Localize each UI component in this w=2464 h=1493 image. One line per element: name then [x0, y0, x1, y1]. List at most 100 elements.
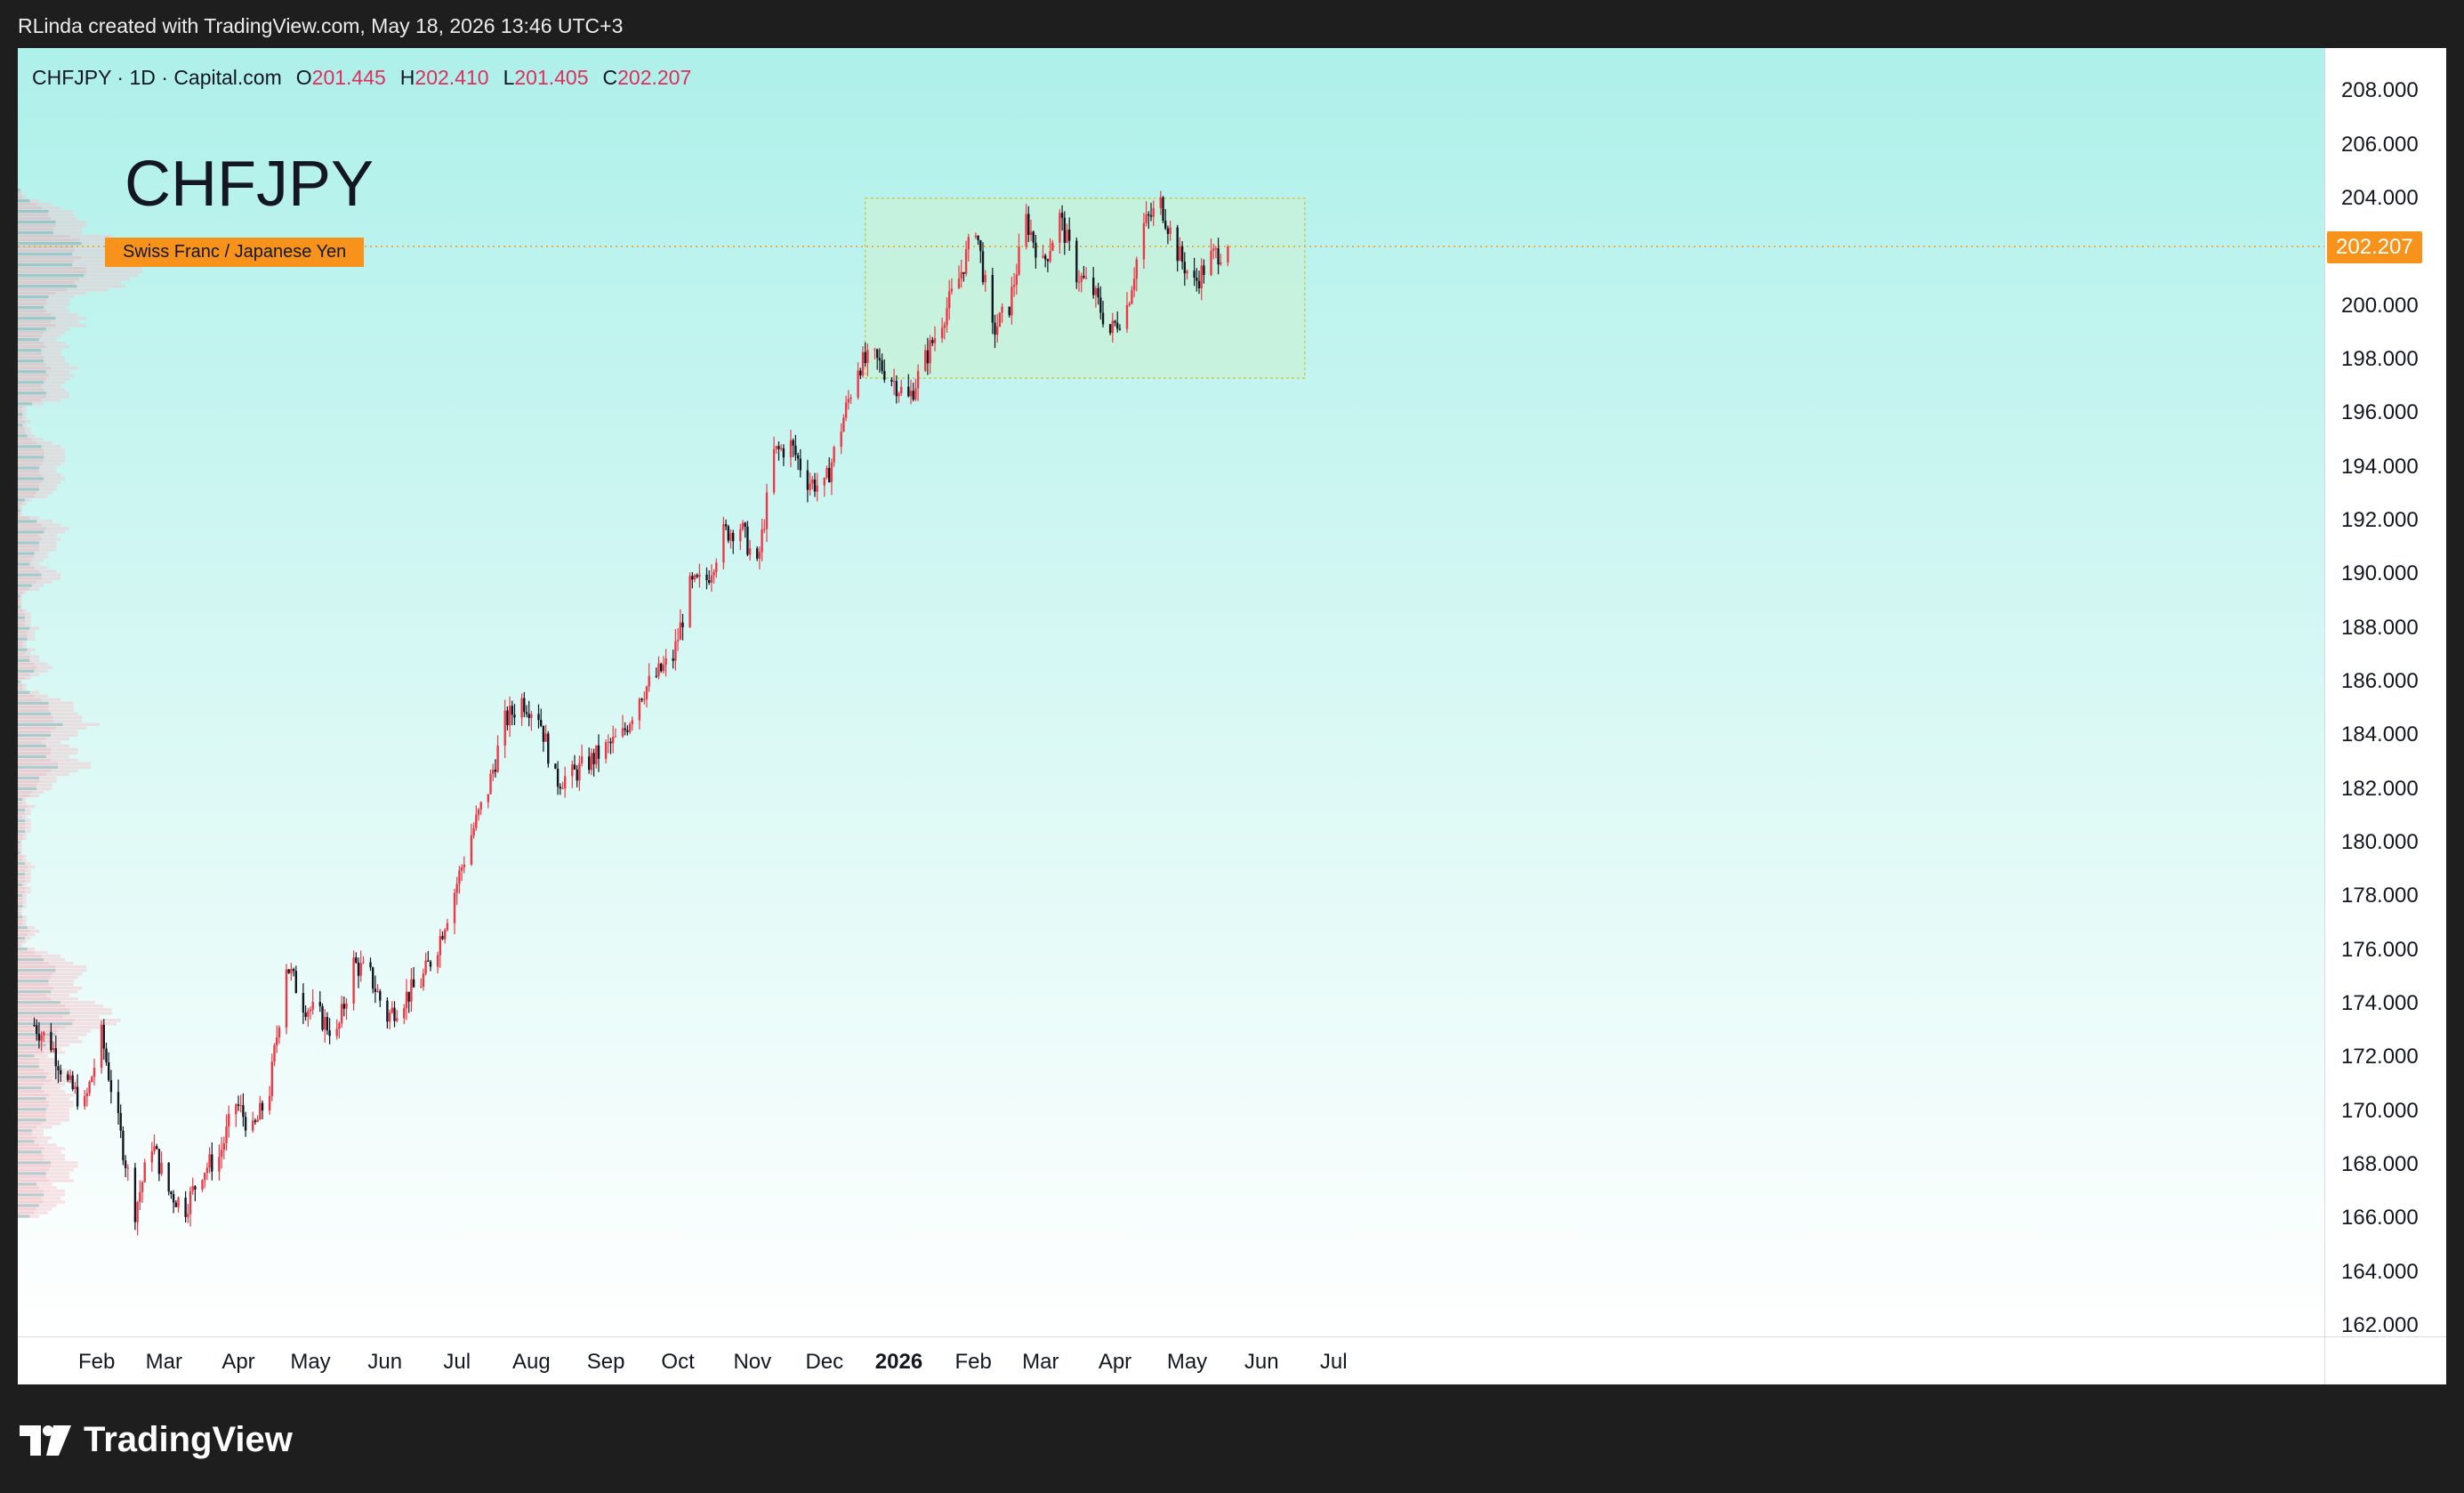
- candle[interactable]: [612, 725, 615, 754]
- candle[interactable]: [590, 748, 593, 776]
- candle[interactable]: [638, 697, 641, 730]
- candle[interactable]: [696, 573, 698, 579]
- candle[interactable]: [544, 724, 547, 742]
- candle[interactable]: [729, 529, 732, 549]
- candle[interactable]: [396, 1010, 399, 1023]
- candle[interactable]: [37, 1021, 41, 1049]
- candle[interactable]: [780, 444, 783, 452]
- candle[interactable]: [374, 975, 377, 1004]
- candle[interactable]: [494, 759, 497, 778]
- candle[interactable]: [54, 1035, 57, 1079]
- candle[interactable]: [556, 761, 560, 795]
- candle[interactable]: [157, 1149, 161, 1182]
- candle[interactable]: [191, 1177, 194, 1195]
- candle[interactable]: [765, 483, 769, 543]
- candle[interactable]: [655, 667, 657, 679]
- candle[interactable]: [52, 1041, 55, 1053]
- candle[interactable]: [1162, 196, 1164, 223]
- candle[interactable]: [489, 769, 492, 795]
- chart-frame[interactable]: CHFJPY · 1D · Capital.com O201.445 H202.41…: [18, 48, 2446, 1384]
- candle[interactable]: [715, 558, 718, 578]
- candle[interactable]: [427, 950, 430, 962]
- candle[interactable]: [809, 472, 811, 496]
- candle[interactable]: [530, 710, 533, 731]
- candle[interactable]: [674, 629, 677, 671]
- candle[interactable]: [614, 728, 617, 738]
- candle[interactable]: [609, 738, 612, 755]
- candle[interactable]: [597, 734, 600, 772]
- candle[interactable]: [487, 794, 489, 809]
- candle[interactable]: [172, 1190, 175, 1214]
- candle[interactable]: [564, 766, 567, 798]
- candle[interactable]: [391, 1001, 393, 1014]
- candle[interactable]: [285, 964, 288, 1035]
- candle[interactable]: [705, 567, 708, 590]
- candle[interactable]: [547, 730, 550, 768]
- candle[interactable]: [85, 1087, 89, 1107]
- candle[interactable]: [799, 448, 801, 478]
- candle[interactable]: [540, 708, 543, 728]
- candle[interactable]: [102, 1019, 105, 1061]
- candle[interactable]: [393, 1001, 396, 1028]
- candle[interactable]: [672, 650, 674, 669]
- candle[interactable]: [621, 714, 624, 738]
- candle[interactable]: [455, 876, 458, 906]
- candle[interactable]: [276, 1025, 278, 1053]
- symbol-info[interactable]: CHFJPY · 1D · Capital.com: [32, 66, 282, 89]
- candle[interactable]: [895, 375, 898, 404]
- candle[interactable]: [420, 978, 423, 989]
- candle[interactable]: [676, 627, 680, 651]
- candle[interactable]: [679, 609, 681, 641]
- candle[interactable]: [153, 1134, 156, 1155]
- candle[interactable]: [412, 966, 415, 988]
- candle[interactable]: [205, 1162, 209, 1181]
- candle[interactable]: [441, 931, 444, 940]
- candle[interactable]: [657, 656, 660, 680]
- candle[interactable]: [777, 441, 780, 461]
- candle[interactable]: [998, 311, 1002, 327]
- candle[interactable]: [201, 1179, 204, 1192]
- tradingview-logo[interactable]: TradingView: [20, 1420, 293, 1460]
- candle[interactable]: [117, 1079, 120, 1125]
- candle[interactable]: [194, 1185, 197, 1202]
- candle[interactable]: [643, 691, 646, 705]
- candle[interactable]: [811, 476, 814, 490]
- candle[interactable]: [40, 1031, 43, 1052]
- candle[interactable]: [403, 1004, 406, 1024]
- candle[interactable]: [211, 1142, 213, 1181]
- candle[interactable]: [307, 1007, 310, 1027]
- candle[interactable]: [156, 1143, 158, 1150]
- candle[interactable]: [479, 801, 482, 815]
- candle[interactable]: [67, 1070, 69, 1083]
- candle[interactable]: [446, 918, 449, 932]
- candle[interactable]: [472, 822, 475, 839]
- candle[interactable]: [204, 1172, 206, 1189]
- candle[interactable]: [239, 1094, 242, 1113]
- candle[interactable]: [859, 367, 862, 380]
- candle[interactable]: [828, 456, 831, 483]
- candle[interactable]: [830, 458, 833, 496]
- candle[interactable]: [506, 706, 509, 730]
- candle[interactable]: [460, 864, 463, 882]
- candle[interactable]: [108, 1052, 110, 1082]
- candle[interactable]: [143, 1158, 146, 1183]
- candle[interactable]: [628, 722, 632, 735]
- candle[interactable]: [174, 1200, 177, 1207]
- candle[interactable]: [823, 477, 825, 497]
- candle[interactable]: [912, 383, 914, 402]
- candle[interactable]: [139, 1180, 141, 1210]
- candle[interactable]: [660, 662, 663, 674]
- candle[interactable]: [503, 699, 506, 759]
- candle[interactable]: [352, 950, 355, 1011]
- candle[interactable]: [311, 989, 314, 1015]
- candle[interactable]: [50, 1022, 52, 1053]
- candle[interactable]: [439, 929, 441, 968]
- candle[interactable]: [761, 519, 763, 561]
- time-axis[interactable]: Feb Mar Apr May Jun Jul Aug Sep Oct Nov Dec 2026 Feb…: [18, 1336, 2324, 1384]
- candle[interactable]: [626, 725, 629, 736]
- candle[interactable]: [304, 1005, 307, 1021]
- candle[interactable]: [496, 735, 499, 773]
- candle[interactable]: [1075, 237, 1078, 289]
- candle[interactable]: [607, 734, 609, 754]
- candle[interactable]: [580, 744, 584, 767]
